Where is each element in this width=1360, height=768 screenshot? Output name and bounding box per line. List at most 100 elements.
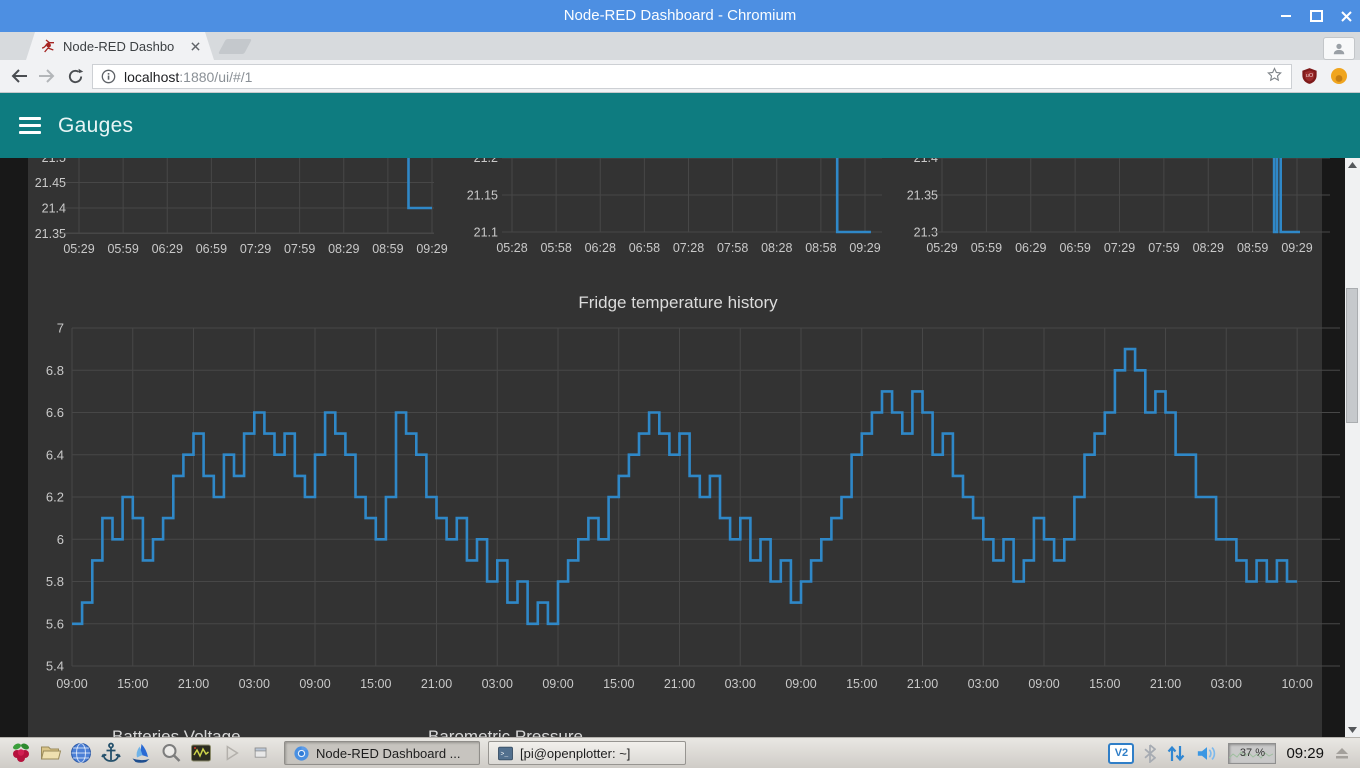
- svg-text:08:29: 08:29: [1193, 241, 1224, 255]
- svg-text:06:28: 06:28: [585, 241, 616, 255]
- tab-node-red-dashboard[interactable]: Node-RED Dashbo: [26, 32, 214, 60]
- opencpn-button[interactable]: [96, 739, 126, 767]
- reload-icon: [67, 68, 84, 85]
- reload-button[interactable]: [62, 60, 88, 92]
- ublock-extension-button[interactable]: uO: [1300, 66, 1319, 91]
- svg-text:07:59: 07:59: [1148, 241, 1179, 255]
- taskbar-window-node-red[interactable]: Node-RED Dashboard ...: [284, 741, 480, 765]
- minimize-icon: [1281, 15, 1291, 17]
- orange-circle-icon: [1330, 67, 1348, 85]
- svg-text:6.2: 6.2: [46, 490, 64, 505]
- tab-close-icon[interactable]: [191, 42, 200, 51]
- close-icon: [1341, 11, 1352, 22]
- profile-button[interactable]: [1323, 37, 1355, 60]
- back-button[interactable]: [6, 60, 32, 92]
- svg-text:6: 6: [57, 532, 64, 547]
- volume-icon[interactable]: [1196, 744, 1218, 763]
- raspberry-pi-menu-button[interactable]: [6, 739, 36, 767]
- svg-text:21.35: 21.35: [35, 227, 66, 241]
- anchor-icon: [99, 741, 123, 765]
- scroll-down-button[interactable]: [1345, 723, 1360, 737]
- window-title: Node-RED Dashboard - Chromium: [0, 0, 1360, 32]
- svg-text:21.2: 21.2: [474, 158, 498, 165]
- svg-text:07:59: 07:59: [284, 242, 315, 256]
- svg-text:07:58: 07:58: [717, 241, 748, 255]
- svg-text:07:28: 07:28: [673, 241, 704, 255]
- svg-text:15:00: 15:00: [360, 677, 391, 691]
- svg-text:15:00: 15:00: [603, 677, 634, 691]
- url-host: localhost: [124, 69, 179, 85]
- svg-text:Fridge temperature history: Fridge temperature history: [578, 293, 778, 312]
- url-path: :1880/ui/#/1: [179, 69, 252, 85]
- svg-text:15:00: 15:00: [1089, 677, 1120, 691]
- bookmark-star[interactable]: [1266, 66, 1283, 88]
- svg-text:21:00: 21:00: [664, 677, 695, 691]
- dashboard-header: Gauges: [0, 93, 1360, 158]
- svg-text:05:29: 05:29: [926, 241, 957, 255]
- svg-text:09:00: 09:00: [299, 677, 330, 691]
- svg-text:10:00: 10:00: [1281, 677, 1312, 691]
- network-traffic-icon[interactable]: [1166, 744, 1186, 763]
- svg-text:21.4: 21.4: [42, 202, 66, 216]
- signal-monitor-button[interactable]: [186, 739, 216, 767]
- maximize-button[interactable]: [1308, 8, 1324, 24]
- svg-text:05:59: 05:59: [107, 242, 138, 256]
- svg-text:uO: uO: [1306, 73, 1314, 79]
- window-switch-button[interactable]: [246, 739, 276, 767]
- svg-text:5.8: 5.8: [46, 574, 64, 589]
- chromium-icon: [293, 745, 310, 762]
- svg-text:09:29: 09:29: [1281, 241, 1312, 255]
- svg-text:06:29: 06:29: [1015, 241, 1046, 255]
- cpu-usage-label: 37 %: [1240, 747, 1265, 759]
- menu-icon[interactable]: [19, 117, 41, 134]
- svg-text:06:58: 06:58: [629, 241, 660, 255]
- file-manager-button[interactable]: [36, 739, 66, 767]
- svg-text:15:00: 15:00: [846, 677, 877, 691]
- cpu-usage-meter[interactable]: 37 %: [1228, 743, 1276, 764]
- window-controls: [1278, 0, 1354, 32]
- forward-button[interactable]: [34, 60, 60, 92]
- extension-button-orange[interactable]: [1330, 67, 1348, 90]
- eject-icon[interactable]: [1334, 746, 1350, 760]
- play-button[interactable]: [216, 739, 246, 767]
- close-button[interactable]: [1338, 8, 1354, 24]
- svg-text:7: 7: [57, 321, 64, 336]
- star-icon: [1266, 66, 1283, 83]
- taskbar-window-label: [pi@openplotter: ~]: [520, 746, 630, 761]
- scroll-up-button[interactable]: [1345, 158, 1360, 172]
- tab-strip: Node-RED Dashbo: [0, 32, 1360, 60]
- web-browser-button[interactable]: [66, 739, 96, 767]
- play-icon: [220, 742, 242, 764]
- dashboard-title: Gauges: [58, 114, 133, 138]
- svg-text:21.35: 21.35: [907, 189, 938, 203]
- screen: Node-RED Dashboard - Chromium Node-RED D…: [0, 0, 1360, 768]
- svg-text:09:00: 09:00: [785, 677, 816, 691]
- scroll-down-icon: [1348, 727, 1357, 733]
- scrollbar-thumb[interactable]: [1346, 288, 1358, 423]
- taskbar-window-label: Node-RED Dashboard ...: [316, 746, 461, 761]
- globe-icon: [69, 741, 93, 765]
- svg-text:08:58: 08:58: [805, 241, 836, 255]
- page-info-icon[interactable]: [101, 69, 116, 84]
- tray-clock[interactable]: 09:29: [1286, 745, 1324, 762]
- svg-text:5.6: 5.6: [46, 616, 64, 631]
- new-tab-button[interactable]: [218, 39, 252, 54]
- svg-text:21.45: 21.45: [35, 176, 66, 190]
- svg-text:15:00: 15:00: [117, 677, 148, 691]
- bluetooth-icon[interactable]: [1144, 744, 1156, 763]
- openplotter-button[interactable]: [126, 739, 156, 767]
- search-button[interactable]: [156, 739, 186, 767]
- svg-text:03:00: 03:00: [1211, 677, 1242, 691]
- vnc-tray-icon[interactable]: V2: [1108, 743, 1134, 764]
- forward-icon: [38, 69, 56, 83]
- url-bar[interactable]: localhost:1880/ui/#/1: [92, 64, 1292, 89]
- scroll-up-icon: [1348, 162, 1357, 168]
- taskbar-window-terminal[interactable]: >_ [pi@openplotter: ~]: [488, 741, 686, 765]
- minimize-button[interactable]: [1278, 8, 1294, 24]
- fridge-temperature-chart: Fridge temperature history76.86.66.46.26…: [28, 280, 1348, 712]
- waveform-icon: [189, 741, 213, 765]
- terminal-icon: >_: [497, 745, 514, 762]
- page-scrollbar[interactable]: [1345, 158, 1360, 737]
- widget-title-batteries-voltage: Batteries Voltage: [112, 727, 241, 737]
- svg-text:03:00: 03:00: [239, 677, 270, 691]
